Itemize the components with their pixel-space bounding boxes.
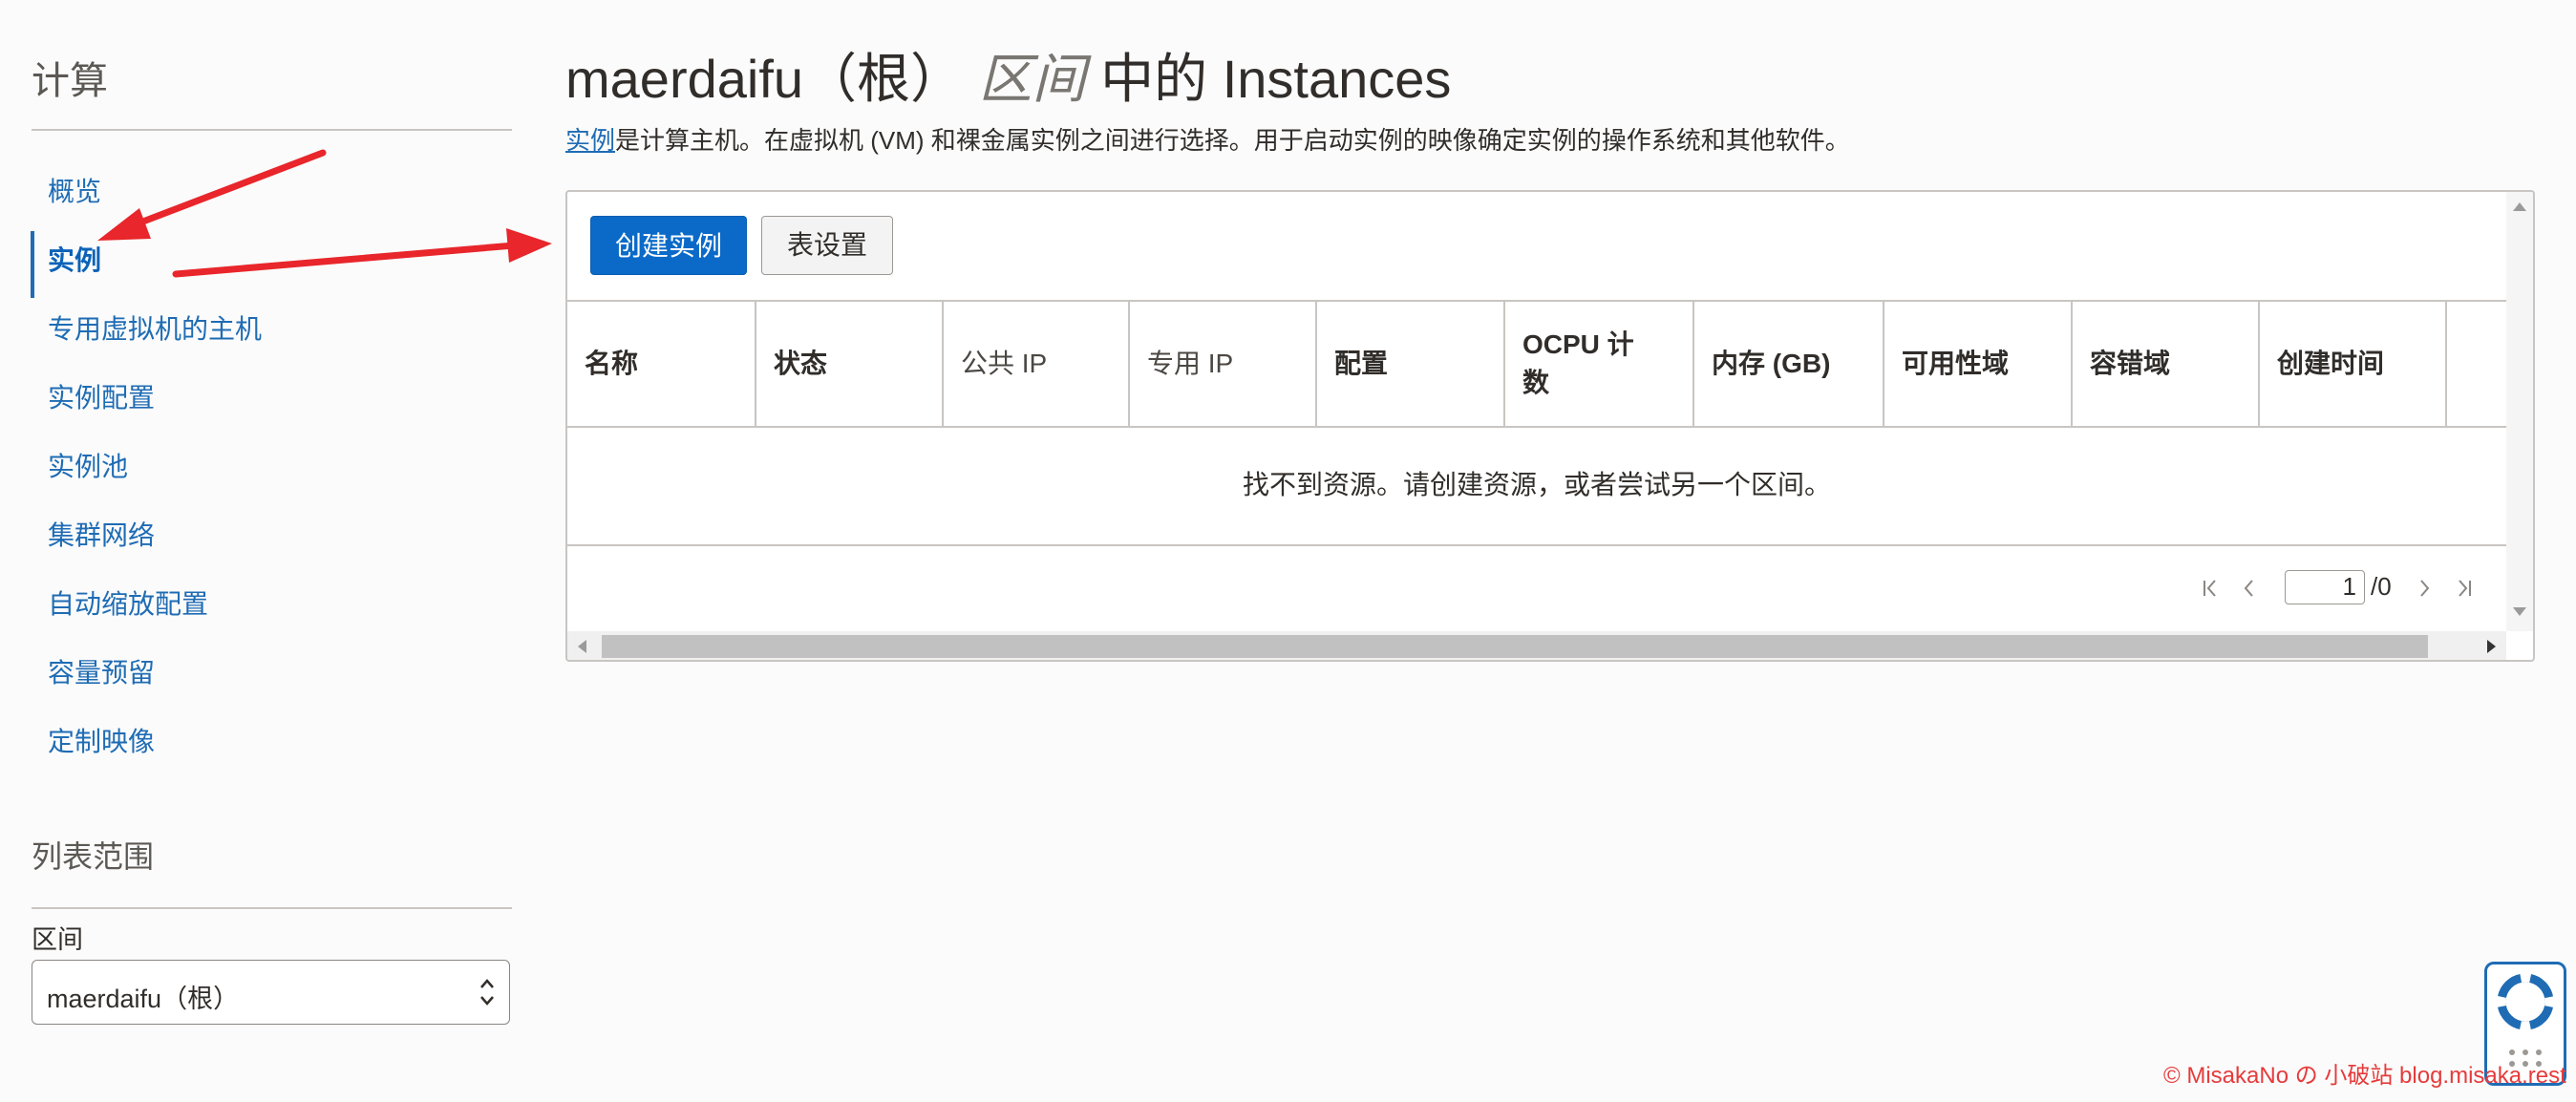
page-title-scope-word: 区间: [978, 49, 1086, 109]
column-header-fault-domain[interactable]: 容错域: [2073, 302, 2260, 426]
horizontal-scrollbar[interactable]: [567, 631, 2506, 660]
list-scope-title: 列表范围: [32, 839, 155, 874]
sidebar-item-cluster-networks[interactable]: 集群网络: [32, 506, 512, 575]
table-header: 名称 状态 公共 IP 专用 IP 配置 OCPU 计数 内存 (GB) 可用性…: [567, 300, 2506, 428]
compartment-label: 区间: [32, 925, 83, 954]
select-updown-icon: [480, 979, 494, 1006]
page-title-suffix: 中的 Instances: [1100, 49, 1452, 109]
sidebar-item-autoscaling[interactable]: 自动缩放配置: [32, 575, 512, 644]
pagination: 1 /0: [567, 570, 2506, 608]
watermark: © MisakaNo の 小破站 blog.misaka.rest: [2163, 1063, 2566, 1089]
column-header-ocpu-count[interactable]: OCPU 计数: [1505, 302, 1694, 426]
horizontal-scroll-thumb[interactable]: [602, 635, 2428, 658]
sidebar-item-overview[interactable]: 概览: [32, 162, 512, 231]
page-description: 实例是计算主机。在虚拟机 (VM) 和裸金属实例之间进行选择。用于启动实例的映像…: [565, 121, 1850, 157]
sidebar-item-capacity-reservations[interactable]: 容量预留: [32, 644, 512, 712]
scroll-down-icon[interactable]: [2513, 605, 2526, 617]
sidebar-item-instance-configurations[interactable]: 实例配置: [32, 369, 512, 437]
scroll-right-icon[interactable]: [2485, 640, 2497, 653]
create-instance-button[interactable]: 创建实例: [590, 216, 747, 275]
vertical-scrollbar[interactable]: [2506, 192, 2533, 631]
empty-table-message: 找不到资源。请创建资源，或者尝试另一个区间。: [567, 428, 2506, 546]
column-header-state[interactable]: 状态: [756, 302, 944, 426]
next-page-icon[interactable]: [2416, 578, 2433, 599]
compartment-select-value: maerdaifu（根）: [47, 985, 240, 1013]
column-header-public-ip[interactable]: 公共 IP: [944, 302, 1130, 426]
instances-doc-link[interactable]: 实例: [565, 126, 615, 155]
column-header-memory[interactable]: 内存 (GB): [1694, 302, 1884, 426]
sidebar-item-dedicated-vm-hosts[interactable]: 专用虚拟机的主机: [32, 300, 512, 369]
last-page-icon[interactable]: [2453, 578, 2474, 599]
sidebar-title: 计算: [32, 60, 108, 102]
column-header-name[interactable]: 名称: [567, 302, 756, 426]
scope-divider: [32, 907, 512, 909]
column-header-actions: [2447, 302, 2506, 426]
previous-page-icon[interactable]: [2241, 578, 2258, 599]
column-header-shape[interactable]: 配置: [1317, 302, 1505, 426]
sidebar: 计算 概览 实例 专用虚拟机的主机 实例配置 实例池 集群网络 自动缩放配置 容…: [31, 0, 512, 1102]
page-title: maerdaifu（根） 区间 中的 Instances: [565, 36, 1451, 114]
sidebar-nav: 概览 实例 专用虚拟机的主机 实例配置 实例池 集群网络 自动缩放配置 容量预留…: [31, 162, 512, 781]
page-total: /0: [2371, 572, 2392, 601]
compartment-select[interactable]: maerdaifu（根）: [32, 960, 510, 1025]
page-title-compartment: maerdaifu（根）: [565, 49, 965, 109]
sidebar-divider: [32, 129, 512, 131]
scroll-up-icon[interactable]: [2513, 201, 2526, 213]
sidebar-item-instances[interactable]: 实例: [31, 231, 512, 300]
column-header-created[interactable]: 创建时间: [2260, 302, 2447, 426]
column-header-private-ip[interactable]: 专用 IP: [1130, 302, 1317, 426]
first-page-icon[interactable]: [2201, 578, 2222, 599]
sidebar-item-custom-images[interactable]: 定制映像: [32, 712, 512, 781]
page-number-input[interactable]: 1: [2285, 570, 2365, 604]
table-settings-button[interactable]: 表设置: [761, 216, 893, 275]
instances-table-panel: 创建实例 表设置 名称 状态 公共 IP 专用 IP 配置 OCPU 计数 内存…: [565, 190, 2535, 662]
sidebar-item-instance-pools[interactable]: 实例池: [32, 437, 512, 506]
page-description-text: 是计算主机。在虚拟机 (VM) 和裸金属实例之间进行选择。用于启动实例的映像确定…: [615, 126, 1850, 155]
lifebuoy-icon: [2498, 974, 2553, 1029]
column-header-availability-domain[interactable]: 可用性域: [1884, 302, 2073, 426]
scroll-left-icon[interactable]: [577, 640, 588, 653]
